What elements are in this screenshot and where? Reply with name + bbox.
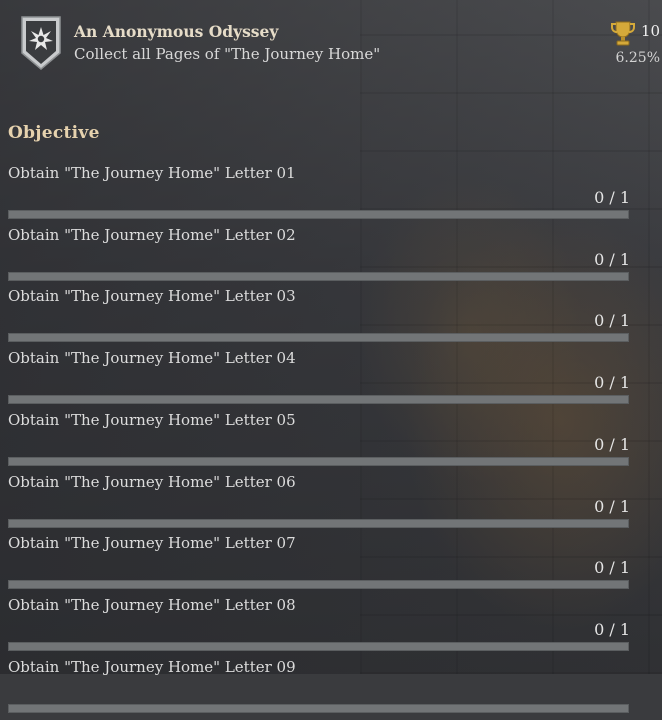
objective-progress-bar (8, 518, 629, 528)
objective-row: Obtain "The Journey Home" Letter 06 0 / 1 (0, 473, 662, 535)
objective-row: Obtain "The Journey Home" Letter 02 0 / 1 (0, 226, 662, 288)
objective-count: 0 / 1 (594, 434, 630, 454)
objective-label: Obtain "The Journey Home" Letter 03 (8, 287, 296, 306)
objective-count: 0 / 1 (594, 249, 630, 269)
objective-label: Obtain "The Journey Home" Letter 08 (8, 595, 296, 614)
objective-label: Obtain "The Journey Home" Letter 04 (8, 349, 296, 368)
objective-label: Obtain "The Journey Home" Letter 09 (8, 657, 296, 676)
objective-label: Obtain "The Journey Home" Letter 06 (8, 472, 296, 491)
objective-label: Obtain "The Journey Home" Letter 01 (8, 164, 296, 182)
objective-count: 0 / 1 (594, 373, 630, 393)
objective-label: Obtain "The Journey Home" Letter 05 (8, 410, 296, 429)
objective-progress-bar (8, 210, 629, 219)
objective-progress-bar (8, 641, 629, 651)
objective-row: Obtain "The Journey Home" Letter 01 0 / 1 (0, 164, 662, 226)
objective-count: 0 / 1 (594, 188, 630, 207)
objective-progress-bar (8, 703, 629, 713)
objective-progress-bar (8, 395, 629, 405)
objective-row: Obtain "The Journey Home" Letter 05 0 / 1 (0, 411, 662, 473)
objective-row: Obtain "The Journey Home" Letter 09 (0, 658, 662, 720)
objective-progress-bar (8, 333, 629, 343)
objective-label: Obtain "The Journey Home" Letter 02 (8, 225, 296, 244)
objective-row: Obtain "The Journey Home" Letter 07 0 / 1 (0, 534, 662, 596)
objective-list: Obtain "The Journey Home" Letter 01 0 / 1… (0, 0, 662, 713)
objective-progress-bar (8, 456, 629, 466)
objective-row: Obtain "The Journey Home" Letter 03 0 / 1 (0, 287, 662, 349)
objective-progress-bar (8, 271, 629, 281)
objective-row: Obtain "The Journey Home" Letter 04 0 / 1 (0, 349, 662, 411)
objective-label: Obtain "The Journey Home" Letter 07 (8, 534, 296, 553)
objective-count: 0 / 1 (594, 496, 630, 516)
objective-count: 0 / 1 (594, 558, 630, 578)
objective-row: Obtain "The Journey Home" Letter 08 0 / 1 (0, 596, 662, 658)
objective-count: 0 / 1 (594, 311, 630, 331)
objective-progress-bar (8, 580, 629, 590)
objective-count: 0 / 1 (594, 619, 630, 639)
